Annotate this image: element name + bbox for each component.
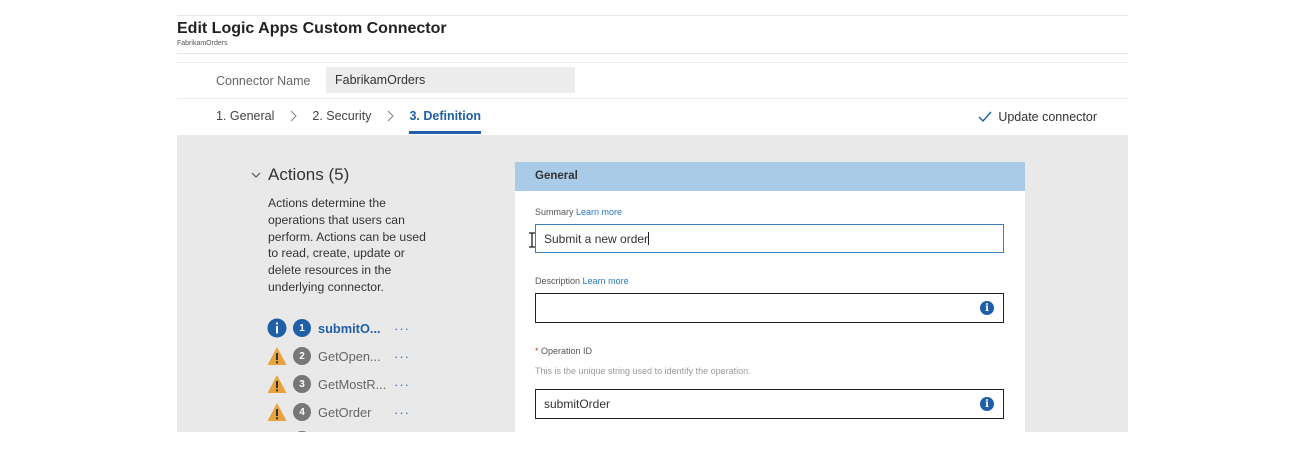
- text-cursor-icon: [529, 232, 535, 248]
- connector-editor-blade: Edit Logic Apps Custom Connector Fabrika…: [177, 0, 1128, 432]
- more-options-icon[interactable]: ···: [394, 377, 410, 392]
- connector-name-field[interactable]: FabrikamOrders: [326, 67, 575, 93]
- list-item-action-1[interactable]: 1 submitO... ···: [267, 317, 410, 339]
- required-marker: *: [535, 346, 539, 356]
- step-definition[interactable]: 3. Definition: [409, 109, 481, 134]
- action-number-badge: 2: [293, 347, 311, 365]
- checkmark-icon: [978, 111, 992, 123]
- operation-id-label: * Operation ID: [535, 346, 592, 356]
- list-item-action-2[interactable]: 2 GetOpen... ···: [267, 345, 410, 367]
- warning-icon: [267, 403, 287, 421]
- description-label: Description Learn more: [535, 276, 629, 286]
- warning-icon: [267, 375, 287, 393]
- operation-id-hint: This is the unique string used to identi…: [535, 366, 751, 376]
- connector-name-label: Connector Name: [216, 74, 311, 88]
- action-name: GetMostR...: [318, 376, 387, 392]
- connector-divider: [177, 98, 1128, 99]
- general-section-card: General Summary Learn more Submit a new …: [515, 162, 1025, 432]
- warning-icon: [276, 431, 278, 432]
- action-name: GetOrder: [318, 404, 372, 420]
- actions-title: Actions (5): [268, 165, 350, 184]
- summary-learn-more-link[interactable]: Learn more: [576, 207, 622, 217]
- update-connector-label: Update connector: [998, 110, 1097, 124]
- action-number-badge: 3: [293, 375, 311, 393]
- step-security[interactable]: 2. Security: [312, 109, 371, 123]
- list-item-action-4[interactable]: 4 GetOrder ···: [267, 401, 410, 423]
- update-connector-button[interactable]: Update connector: [978, 110, 1097, 124]
- top-divider: [177, 15, 1128, 16]
- chevron-down-icon: [251, 172, 261, 178]
- info-icon[interactable]: i: [980, 397, 994, 411]
- wizard-steps: 1. General 2. Security 3. Definition: [216, 109, 481, 134]
- info-icon[interactable]: i: [980, 301, 994, 315]
- chevron-right-icon: [290, 110, 298, 122]
- summary-label: Summary Learn more: [535, 207, 622, 217]
- page-title: Edit Logic Apps Custom Connector: [177, 20, 447, 37]
- step-general[interactable]: 1. General: [216, 109, 274, 123]
- more-options-icon[interactable]: ···: [394, 321, 410, 336]
- info-icon: [267, 318, 287, 338]
- action-number-badge: 1: [293, 319, 311, 337]
- summary-input[interactable]: Submit a new order: [535, 224, 1004, 253]
- header-divider-2: [177, 62, 1128, 63]
- warning-icon: [267, 347, 287, 365]
- chevron-right-icon: [388, 110, 395, 122]
- operation-id-value: submitOrder: [544, 397, 611, 411]
- list-item-action-5-partial[interactable]: [267, 429, 311, 432]
- action-name: submitO...: [318, 320, 381, 336]
- page-subtitle: FabrikamOrders: [177, 40, 228, 47]
- action-number-badge: [293, 431, 311, 432]
- operation-id-label-text: Operation ID: [541, 346, 593, 356]
- header-divider: [177, 53, 1128, 54]
- more-options-icon[interactable]: ···: [394, 405, 410, 420]
- description-learn-more-link[interactable]: Learn more: [583, 276, 629, 286]
- summary-label-text: Summary: [535, 207, 574, 217]
- more-options-icon[interactable]: ···: [394, 349, 410, 364]
- actions-description: Actions determine the operations that us…: [268, 196, 426, 294]
- definition-panel: Actions (5) Actions determine the operat…: [177, 135, 1128, 432]
- summary-value: Submit a new order: [544, 232, 649, 246]
- actions-section-toggle[interactable]: Actions (5): [251, 165, 349, 185]
- action-name: GetOpen...: [318, 348, 381, 364]
- description-label-text: Description: [535, 276, 581, 286]
- action-number-badge: 4: [293, 403, 311, 421]
- description-input[interactable]: i: [535, 293, 1004, 323]
- general-section-header: General: [515, 162, 1025, 191]
- text-caret: [648, 232, 650, 245]
- list-item-action-3[interactable]: 3 GetMostR... ···: [267, 373, 410, 395]
- operation-id-input[interactable]: submitOrder i: [535, 389, 1004, 419]
